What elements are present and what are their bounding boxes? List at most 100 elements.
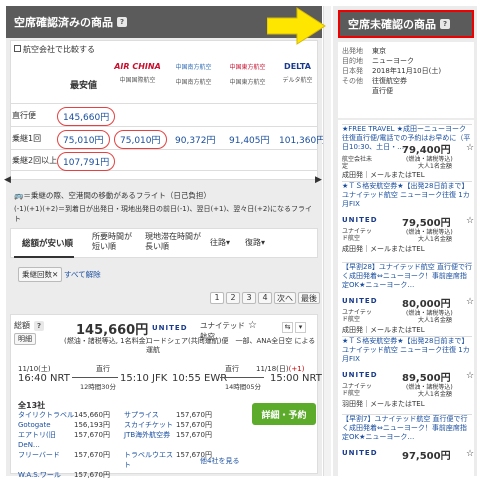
china-eastern-logo: 中国東方航空 [229,64,266,71]
united-logo: UNITED [342,371,378,379]
favorite-star-icon[interactable]: ☆ [466,297,474,307]
tab-return[interactable]: 復路▾ [245,237,265,248]
inbound-arrival: 15:00 NRT [270,373,322,384]
agency-name[interactable]: サプライス [124,410,176,420]
favorite-star-icon[interactable]: ☆ [248,320,257,331]
offer-description[interactable]: 【早割7】ユナイテッド航空 直行便で行く成田発着⇔ニューヨーク！事前座席指定OK… [342,415,472,443]
cheapest-two-stop-price[interactable]: 107,791円 [57,152,116,171]
delta-one-stop-price[interactable]: 101,360円 [279,133,325,146]
date-note: (-1)(+1)(+2)＝到着日が出発日・現地出発日の前日(-1)、翌日(+1)… [14,205,313,223]
help-icon[interactable]: ? [440,19,450,29]
air-china-logo: AIR CHINA [114,62,161,71]
cheapest-header: 最安値 [70,81,98,91]
inbound-duration: 14時間05分 [225,383,262,391]
clear-all-link[interactable]: すべて解除 [64,269,101,280]
page-4[interactable]: 4 [258,292,272,304]
arrow-right-icon [267,7,326,45]
list-item[interactable]: ★ＴＳ格安航空券★【出発28日前まで】ユナイテッド航空 ニューヨーク往復 1カ月… [342,181,474,253]
agency-name[interactable]: スカイチケット [124,420,176,430]
row-label-two-stop: 乗継2回以上 [12,156,58,165]
page-next[interactable]: 次へ [274,292,296,304]
favorite-star-icon[interactable]: ☆ [466,449,474,459]
china-eastern-one-stop-price[interactable]: 91,405円 [229,133,270,146]
bus-icon: 🚌 [14,191,24,200]
airline-column-china-eastern[interactable]: 中国東方航空 中国東方航空 [220,62,275,86]
list-item[interactable]: 【早割7】ユナイテッド航空 直行便で行く成田発着⇔ニューヨーク！事前座席指定OK… [342,414,474,462]
more-icon[interactable]: ▾ [295,322,306,333]
departure-airport: 羽田発 [342,400,363,408]
tab-sort-duration[interactable]: 所要時間が短い順 [92,232,137,252]
scroll-right-icon[interactable]: ▶ [315,175,322,185]
tab-sort-stay[interactable]: 現地滞在時間が長い順 [145,232,201,252]
agency-name[interactable]: タイリクトラベル [18,410,74,420]
airline-name: 中国東方航空 [229,79,266,86]
pax-note: 大人1名金額 [418,391,452,398]
agency-price: 156,193円 [74,421,110,429]
united-logo: UNITED [342,216,378,224]
row-label-one-stop: 乗継1回 [12,134,42,143]
price-note: (燃油・諸税等込, 1名料金) [64,337,149,345]
outbound-duration: 12時間30分 [80,383,117,391]
cheapest-nonstop-price[interactable]: 145,660円 [57,107,116,126]
agency-name[interactable]: エアトリ(旧DeN… [18,430,74,450]
list-item[interactable]: ★ＴＳ格安航空券★【出発28日前まで】ユナイテッド航空 ニューヨーク往復 1カ月… [342,336,474,408]
more-agencies-link[interactable]: 他4社を見る [200,456,239,466]
favorite-star-icon[interactable]: ☆ [466,216,474,226]
offer-price: 97,500円 [402,451,451,462]
airline-column-air-china[interactable]: AIR CHINA 中国国際航空 [110,62,165,84]
filter-stops-chip[interactable]: 乗継回数✕ [18,267,63,282]
pax-note: 大人1名金額 [418,236,452,243]
pagination: 1 2 3 4 次へ 最後 [210,292,320,304]
favorite-star-icon[interactable]: ☆ [466,143,474,153]
transfer-note: 🚌＝乗継の際、空港間の移動があるフライト（日己負担） [14,191,211,200]
airline-column-delta[interactable]: DELTA デルタ航空 [270,62,325,84]
departure-airport: 成田発 [342,326,363,334]
agency-price: 157,670円 [74,431,110,439]
cheapest-one-stop-price[interactable]: 75,010円 [57,130,110,149]
right-panel-title: 空席未確認の商品 [348,18,436,31]
tab-outbound[interactable]: 往路▾ [210,237,230,248]
caret-down-icon: ▾ [226,238,231,247]
page-3[interactable]: 3 [242,292,256,304]
help-icon[interactable]: ? [117,17,127,27]
agent-name: ユナイテッド航空 [342,309,372,323]
airline-column-china-southern[interactable]: 中国南方航空 中国南方航空 [166,62,221,86]
row-label-nonstop: 直行便 [12,111,36,120]
china-southern-logo: 中国南方航空 [175,64,212,71]
offer-description[interactable]: ★ＴＳ格安航空券★【出発28日前まで】ユナイテッド航空 ニューヨーク往復 1カ月… [342,337,472,365]
help-icon[interactable]: ? [34,321,44,331]
air-china-one-stop-price[interactable]: 75,010円 [114,130,167,149]
departure-airport: 成田発 [342,245,363,253]
detail-button[interactable]: 明細 [14,333,36,345]
page-last[interactable]: 最後 [298,292,320,304]
favorite-star-icon[interactable]: ☆ [466,371,474,381]
close-icon: ✕ [52,270,59,279]
inbound-departure: 10:55 EWR [172,373,228,384]
page-2[interactable]: 2 [226,292,240,304]
agency-price: 157,670円 [74,471,110,479]
agency-list: タイリクトラベル 145,660円 サプライス 157,670円 Gotogate 1… [18,410,228,479]
caret-down-icon: ▾ [261,238,266,247]
contact-method: メールまたはTEL [370,400,425,408]
china-southern-one-stop-price[interactable]: 90,372円 [175,133,216,146]
agency-name[interactable]: Gotogate [18,420,74,430]
airline-name: デルタ航空 [282,77,313,84]
share-icon[interactable]: ⇆ [282,322,293,333]
search-summary-list: 出発地 東京 目的地 ニューヨーク 日本発 2018年11月10日(土) その他 往復航… [342,47,442,95]
page-1[interactable]: 1 [210,292,224,304]
agency-name[interactable]: トラベルウエスト [124,450,176,470]
delta-logo: DELTA [284,62,311,71]
offer-description[interactable]: ★ＴＳ格安航空券★【出発28日前まで】ユナイテッド航空 ニューヨーク往復 1カ月… [342,182,472,210]
agency-name[interactable]: JTB海外航空券 [124,430,176,450]
scrollbar[interactable] [323,6,331,476]
tab-sort-price[interactable]: 総額が安い順 [22,237,73,249]
agency-price: 145,660円 [74,411,110,419]
agency-name[interactable]: フリーバード [18,450,74,470]
united-logo: UNITED [152,324,188,332]
compare-airlines-label: 航空会社で比較する [14,44,95,55]
offer-description[interactable]: 【早割28】ユナイテッド航空 直行便で行く成田発着⇔ニューヨーク！事前座席指定O… [342,263,472,291]
agency-name[interactable]: W.A.S.ワールド… [18,470,74,479]
details-book-button[interactable]: 詳細・予約 [252,403,316,425]
scroll-left-icon[interactable]: ◀ [4,175,11,185]
list-item[interactable]: 【早割28】ユナイテッド航空 直行便で行く成田発着⇔ニューヨーク！事前座席指定O… [342,262,474,334]
